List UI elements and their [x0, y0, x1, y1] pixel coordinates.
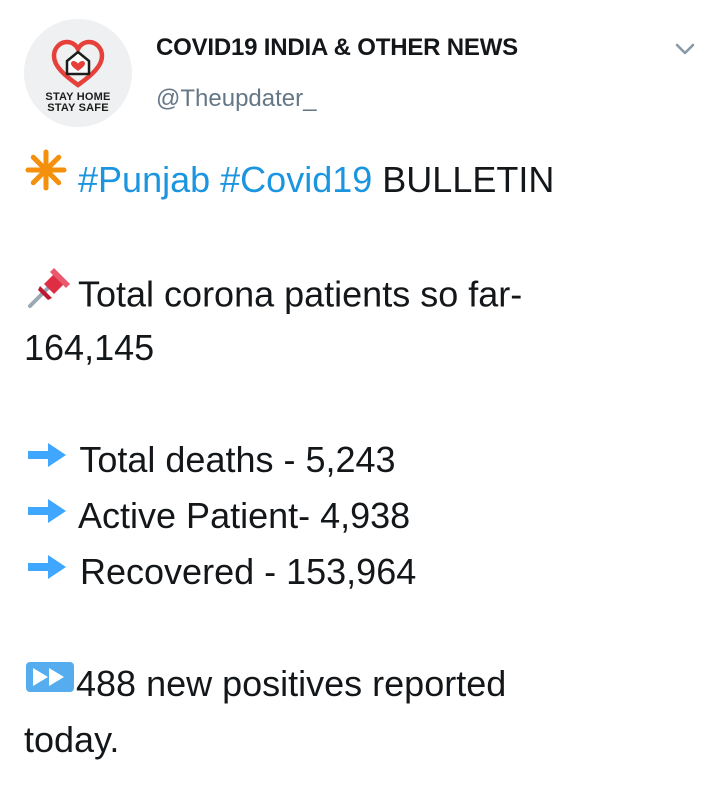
- right-arrow-icon: [24, 486, 70, 542]
- tweet-body: #Punjab #Covid19 BULLETIN Total corona p…: [24, 149, 704, 768]
- bulletin-text: BULLETIN: [382, 159, 555, 200]
- deaths-text: Total deaths - 5,243: [79, 439, 396, 480]
- hashtag-covid19[interactable]: #Covid19: [220, 159, 372, 200]
- active-line: Active Patient- 4,938: [24, 488, 704, 544]
- total-patients-label: Total corona patients so far-: [78, 273, 523, 315]
- total-patients-value: 164,145: [24, 327, 155, 368]
- deaths-line: Total deaths - 5,243: [24, 432, 704, 488]
- total-patients-line: Total corona patients so far-: [24, 264, 704, 320]
- new-positives-line: 488 new positives reported: [24, 656, 704, 712]
- hashtag-punjab[interactable]: #Punjab: [78, 159, 210, 200]
- tweet-header: STAY HOME STAY SAFE COVID19 INDIA & OTHE…: [0, 0, 720, 140]
- account-handle[interactable]: @Theupdater_: [156, 84, 316, 114]
- avatar-text-line2: STAY SAFE: [47, 102, 109, 114]
- recovered-text: Recovered - 153,964: [80, 551, 417, 592]
- right-arrow-icon: [24, 542, 70, 598]
- bulletin-line: #Punjab #Covid19 BULLETIN: [24, 149, 704, 208]
- pushpin-icon: [24, 260, 78, 326]
- recovered-line: Recovered - 153,964: [24, 544, 704, 600]
- right-arrow-icon: [24, 430, 70, 486]
- active-text: Active Patient- 4,938: [78, 495, 411, 536]
- eight-spoked-asterisk-icon: [24, 148, 68, 208]
- avatar[interactable]: STAY HOME STAY SAFE: [24, 19, 132, 127]
- fast-forward-icon: [24, 654, 76, 710]
- display-name[interactable]: COVID19 INDIA & OTHER NEWS: [156, 33, 518, 63]
- new-positives-line-2: today.: [24, 719, 120, 760]
- chevron-down-icon[interactable]: [670, 34, 700, 64]
- new-positives-text: 488 new positives reported: [76, 663, 507, 704]
